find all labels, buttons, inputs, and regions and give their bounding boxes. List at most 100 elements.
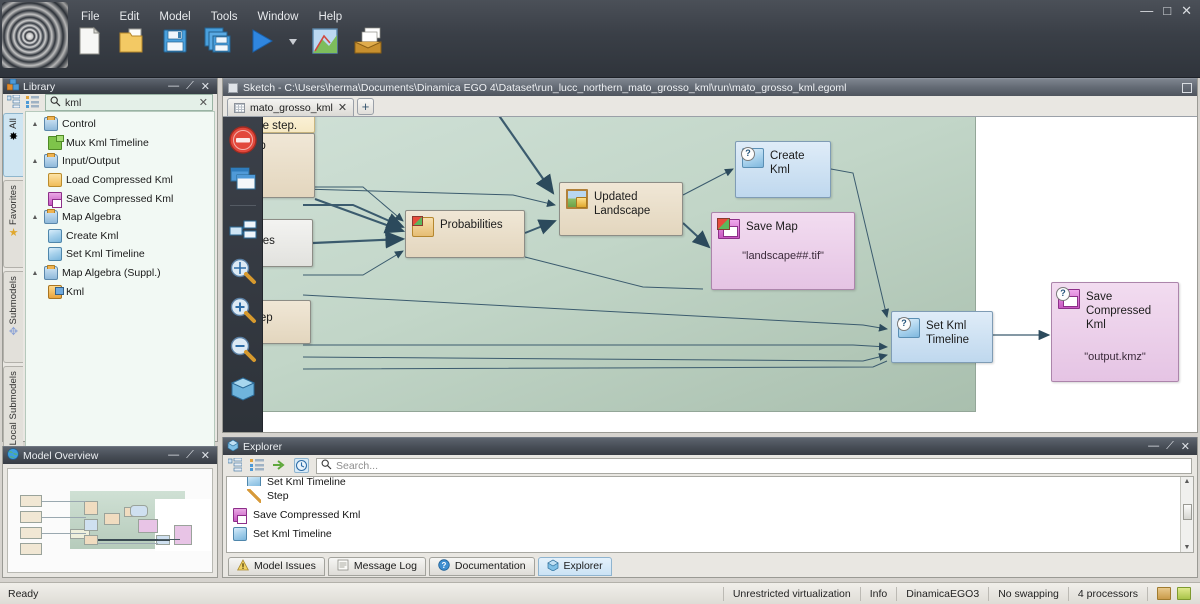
tree-item-save-compressed-kml[interactable]: Save Compressed Kml [26,189,214,208]
window-minimize-button[interactable]: — [1140,4,1153,17]
overview-close-button[interactable]: ✕ [201,449,210,462]
canvas-node-set-kml-timeline[interactable]: Set Kml Timeline [891,311,993,363]
list-item[interactable]: Set Kml Timeline [227,524,1193,543]
canvas-node-distances[interactable]: tances [263,219,313,267]
open-model-icon[interactable] [115,24,149,58]
list-item[interactable]: Set Kml Timeline [227,477,1193,486]
sidebar-tab-submodels-label: Submodels [8,276,19,325]
save-model-icon[interactable] [158,24,192,58]
model-container-region[interactable] [263,117,976,412]
tree-item-control[interactable]: ▲ Control [26,115,214,134]
scroll-down-icon[interactable]: ▼ [1184,543,1191,552]
run-model-icon[interactable] [244,24,278,58]
scrollbar-thumb[interactable] [1182,504,1192,520]
explorer-list[interactable]: Set Kml Timeline Step Save Compressed Km… [226,476,1194,553]
library-tree[interactable]: ▲ Control Mux Kml Timeline ▲ Input/Outpu… [25,111,215,473]
library-search-input[interactable]: kml ✕ [45,94,213,111]
tree-item-kml[interactable]: Kml [26,282,214,301]
node-label: tances [263,235,275,247]
sketch-restore-button[interactable] [1182,82,1192,93]
tree-item-create-kml[interactable]: Create Kml [26,227,214,246]
tree-item-mux-kml-timeline[interactable]: Mux Kml Timeline [26,134,214,153]
overview-float-button[interactable]: ⟋ [186,449,194,462]
zoom-out-icon[interactable] [228,334,258,364]
canvas-node-note[interactable]: me step. [263,117,315,133]
new-tab-button[interactable]: + [357,98,375,115]
canvas-node-group[interactable]: up [263,133,315,198]
tab-documentation[interactable]: ? Documentation [428,556,535,576]
zoom-in-icon[interactable] [228,295,258,325]
twisty-icon[interactable]: ▲ [30,158,40,165]
status-bar: Ready Unrestricted virtualization Info D… [0,582,1200,604]
sidebar-tab-submodels[interactable]: Submodels ✥ [3,271,23,363]
explorer-close-button[interactable]: ✕ [1181,440,1190,453]
zoom-fit-icon[interactable] [228,256,258,286]
overview-thumbnail[interactable] [7,468,213,573]
window-close-button[interactable]: ✕ [1181,4,1192,17]
window-maximize-button[interactable]: □ [1163,4,1171,17]
overview-minimize-button[interactable]: — [168,449,179,462]
memory-indicator-icon[interactable] [1157,587,1171,600]
tree-item-map-algebra[interactable]: ▲ Map Algebra [26,208,214,227]
explorer-float-button[interactable]: ⟋ [1166,440,1174,453]
list-item[interactable]: Step [227,486,1193,505]
expand-tree-icon[interactable] [6,94,21,111]
library-side-tabs: All ✸ Favorites ★ Submodels ✥ Local Subm… [3,111,25,475]
save-all-icon[interactable] [201,24,235,58]
node-label: Save Compressed Kml [1086,291,1152,331]
tab-mato-grosso-kml[interactable]: mato_grosso_kml ✕ [227,98,355,116]
map-viewer-icon[interactable] [308,24,342,58]
status-virtualization[interactable]: Unrestricted virtualization [722,586,860,601]
scroll-up-icon[interactable]: ▲ [1184,477,1191,486]
history-icon[interactable] [294,458,309,473]
twisty-icon[interactable]: ▲ [30,214,40,221]
tree-item-label: Mux Kml Timeline [66,136,149,149]
explorer-minimize-button[interactable]: — [1148,440,1159,453]
list-view-icon[interactable] [26,95,39,111]
disk-indicator-icon[interactable] [1177,587,1191,600]
canvas-node-step[interactable]: Step [263,300,311,344]
canvas-node-updated-landscape[interactable]: Updated Landscape [559,182,683,236]
container-icon[interactable] [228,373,258,403]
canvas-node-save-compressed-kml[interactable]: Save Compressed Kml "output.kmz" [1051,282,1179,382]
tree-item-label: Load Compressed Kml [66,174,173,187]
explorer-scrollbar[interactable]: ▲ ▼ [1180,477,1193,552]
status-swapping[interactable]: No swapping [988,586,1068,601]
goto-icon[interactable] [272,458,287,473]
tab-close-button[interactable]: ✕ [338,101,347,114]
status-info[interactable]: Info [859,586,897,601]
tab-explorer[interactable]: Explorer [537,556,612,576]
sidebar-tab-favorites[interactable]: Favorites ★ [3,180,23,268]
twisty-icon[interactable]: ▲ [30,121,40,128]
sidebar-tab-all[interactable]: All ✸ [3,113,23,177]
status-engine[interactable]: DinamicaEGO3 [896,586,988,601]
status-processors[interactable]: 4 processors [1067,586,1147,601]
tab-model-issues[interactable]: Model Issues [228,556,325,576]
node-value: "output.kmz" [1084,351,1146,363]
tab-message-log[interactable]: Message Log [327,556,426,576]
new-model-icon[interactable] [72,24,106,58]
tree-item-map-algebra-suppl[interactable]: ▲ Map Algebra (Suppl.) [26,264,214,283]
model-canvas[interactable]: me step. up tances Step Probabilities [263,117,1197,432]
expand-tree-icon[interactable] [227,457,243,473]
library-float-button[interactable]: ⟋ [186,80,194,93]
library-minimize-button[interactable]: — [168,80,179,93]
library-close-button[interactable]: ✕ [201,80,210,93]
list-item[interactable]: Save Compressed Kml [227,505,1193,524]
explorer-search-input[interactable]: Search... [316,457,1192,474]
tree-item-set-kml-timeline[interactable]: Set Kml Timeline [26,245,214,264]
group-nodes-icon[interactable] [228,217,258,247]
tree-item-load-compressed-kml[interactable]: Load Compressed Kml [26,171,214,190]
list-view-icon[interactable] [250,458,265,473]
library-search-clear-button[interactable]: ✕ [199,96,208,109]
run-dropdown-icon[interactable] [287,24,299,58]
canvas-node-create-kml[interactable]: Create Kml [735,141,831,198]
canvas-node-save-map[interactable]: Save Map "landscape##.tif" [711,212,855,290]
delete-icon[interactable] [228,125,258,155]
windows-icon[interactable] [228,164,258,194]
export-archive-icon[interactable] [351,24,385,58]
tree-item-input-output[interactable]: ▲ Input/Output [26,152,214,171]
canvas-node-probabilities[interactable]: Probabilities [405,210,525,258]
folder-blue-icon [44,116,58,132]
twisty-icon[interactable]: ▲ [30,270,40,277]
